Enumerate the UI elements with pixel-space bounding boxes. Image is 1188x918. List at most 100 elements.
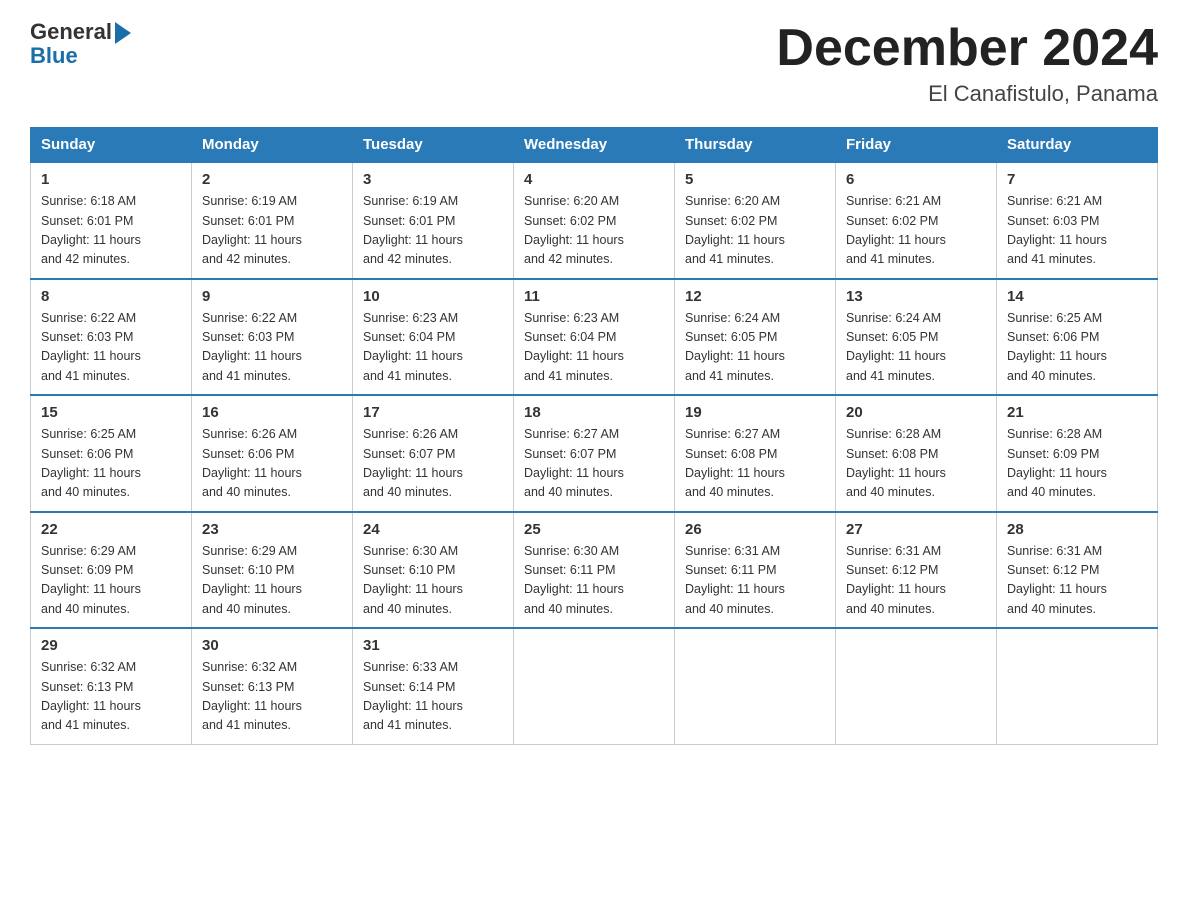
col-thursday: Thursday: [675, 128, 836, 163]
calendar-cell: 29 Sunrise: 6:32 AM Sunset: 6:13 PM Dayl…: [31, 628, 192, 744]
day-number: 11: [524, 288, 664, 305]
calendar-cell: 15 Sunrise: 6:25 AM Sunset: 6:06 PM Dayl…: [31, 395, 192, 512]
calendar-header-row: Sunday Monday Tuesday Wednesday Thursday…: [31, 128, 1158, 163]
day-info: Sunrise: 6:22 AM Sunset: 6:03 PM Dayligh…: [202, 309, 342, 387]
calendar-cell: [836, 628, 997, 744]
calendar-cell: 18 Sunrise: 6:27 AM Sunset: 6:07 PM Dayl…: [514, 395, 675, 512]
day-number: 5: [685, 171, 825, 188]
col-saturday: Saturday: [997, 128, 1158, 163]
calendar-cell: 6 Sunrise: 6:21 AM Sunset: 6:02 PM Dayli…: [836, 162, 997, 279]
calendar-cell: 20 Sunrise: 6:28 AM Sunset: 6:08 PM Dayl…: [836, 395, 997, 512]
day-number: 14: [1007, 288, 1147, 305]
calendar-cell: 12 Sunrise: 6:24 AM Sunset: 6:05 PM Dayl…: [675, 279, 836, 396]
calendar-cell: 4 Sunrise: 6:20 AM Sunset: 6:02 PM Dayli…: [514, 162, 675, 279]
day-number: 26: [685, 521, 825, 538]
day-number: 1: [41, 171, 181, 188]
calendar-cell: 25 Sunrise: 6:30 AM Sunset: 6:11 PM Dayl…: [514, 512, 675, 629]
calendar-cell: 13 Sunrise: 6:24 AM Sunset: 6:05 PM Dayl…: [836, 279, 997, 396]
day-number: 8: [41, 288, 181, 305]
day-info: Sunrise: 6:31 AM Sunset: 6:12 PM Dayligh…: [846, 542, 986, 620]
day-info: Sunrise: 6:23 AM Sunset: 6:04 PM Dayligh…: [363, 309, 503, 387]
calendar-cell: [997, 628, 1158, 744]
calendar-cell: 3 Sunrise: 6:19 AM Sunset: 6:01 PM Dayli…: [353, 162, 514, 279]
page-header: General Blue December 2024 El Canafistul…: [30, 20, 1158, 107]
day-info: Sunrise: 6:23 AM Sunset: 6:04 PM Dayligh…: [524, 309, 664, 387]
calendar-cell: 1 Sunrise: 6:18 AM Sunset: 6:01 PM Dayli…: [31, 162, 192, 279]
title-section: December 2024 El Canafistulo, Panama: [776, 20, 1158, 107]
logo: General Blue: [30, 20, 131, 68]
col-monday: Monday: [192, 128, 353, 163]
day-info: Sunrise: 6:29 AM Sunset: 6:09 PM Dayligh…: [41, 542, 181, 620]
day-number: 18: [524, 404, 664, 421]
day-info: Sunrise: 6:24 AM Sunset: 6:05 PM Dayligh…: [846, 309, 986, 387]
day-number: 28: [1007, 521, 1147, 538]
calendar-cell: 22 Sunrise: 6:29 AM Sunset: 6:09 PM Dayl…: [31, 512, 192, 629]
calendar-cell: 2 Sunrise: 6:19 AM Sunset: 6:01 PM Dayli…: [192, 162, 353, 279]
day-number: 20: [846, 404, 986, 421]
calendar-cell: [675, 628, 836, 744]
calendar-cell: 31 Sunrise: 6:33 AM Sunset: 6:14 PM Dayl…: [353, 628, 514, 744]
col-friday: Friday: [836, 128, 997, 163]
day-info: Sunrise: 6:24 AM Sunset: 6:05 PM Dayligh…: [685, 309, 825, 387]
col-tuesday: Tuesday: [353, 128, 514, 163]
month-title: December 2024: [776, 20, 1158, 77]
day-info: Sunrise: 6:32 AM Sunset: 6:13 PM Dayligh…: [202, 658, 342, 736]
day-number: 30: [202, 637, 342, 654]
day-info: Sunrise: 6:26 AM Sunset: 6:07 PM Dayligh…: [363, 425, 503, 503]
day-number: 2: [202, 171, 342, 188]
day-info: Sunrise: 6:33 AM Sunset: 6:14 PM Dayligh…: [363, 658, 503, 736]
day-info: Sunrise: 6:30 AM Sunset: 6:10 PM Dayligh…: [363, 542, 503, 620]
calendar-cell: 10 Sunrise: 6:23 AM Sunset: 6:04 PM Dayl…: [353, 279, 514, 396]
day-number: 15: [41, 404, 181, 421]
day-number: 31: [363, 637, 503, 654]
day-number: 16: [202, 404, 342, 421]
calendar-week-row: 8 Sunrise: 6:22 AM Sunset: 6:03 PM Dayli…: [31, 279, 1158, 396]
day-info: Sunrise: 6:22 AM Sunset: 6:03 PM Dayligh…: [41, 309, 181, 387]
day-info: Sunrise: 6:32 AM Sunset: 6:13 PM Dayligh…: [41, 658, 181, 736]
day-info: Sunrise: 6:19 AM Sunset: 6:01 PM Dayligh…: [202, 192, 342, 270]
calendar-week-row: 29 Sunrise: 6:32 AM Sunset: 6:13 PM Dayl…: [31, 628, 1158, 744]
day-number: 12: [685, 288, 825, 305]
day-info: Sunrise: 6:28 AM Sunset: 6:09 PM Dayligh…: [1007, 425, 1147, 503]
logo-blue-text: Blue: [30, 44, 78, 68]
calendar-cell: 11 Sunrise: 6:23 AM Sunset: 6:04 PM Dayl…: [514, 279, 675, 396]
calendar-cell: 5 Sunrise: 6:20 AM Sunset: 6:02 PM Dayli…: [675, 162, 836, 279]
day-info: Sunrise: 6:21 AM Sunset: 6:02 PM Dayligh…: [846, 192, 986, 270]
day-number: 27: [846, 521, 986, 538]
day-info: Sunrise: 6:26 AM Sunset: 6:06 PM Dayligh…: [202, 425, 342, 503]
calendar-cell: [514, 628, 675, 744]
calendar-cell: 19 Sunrise: 6:27 AM Sunset: 6:08 PM Dayl…: [675, 395, 836, 512]
calendar-cell: 30 Sunrise: 6:32 AM Sunset: 6:13 PM Dayl…: [192, 628, 353, 744]
calendar-cell: 17 Sunrise: 6:26 AM Sunset: 6:07 PM Dayl…: [353, 395, 514, 512]
location-text: El Canafistulo, Panama: [776, 81, 1158, 107]
day-info: Sunrise: 6:18 AM Sunset: 6:01 PM Dayligh…: [41, 192, 181, 270]
day-info: Sunrise: 6:19 AM Sunset: 6:01 PM Dayligh…: [363, 192, 503, 270]
calendar-cell: 24 Sunrise: 6:30 AM Sunset: 6:10 PM Dayl…: [353, 512, 514, 629]
calendar-cell: 7 Sunrise: 6:21 AM Sunset: 6:03 PM Dayli…: [997, 162, 1158, 279]
calendar-cell: 21 Sunrise: 6:28 AM Sunset: 6:09 PM Dayl…: [997, 395, 1158, 512]
day-info: Sunrise: 6:31 AM Sunset: 6:11 PM Dayligh…: [685, 542, 825, 620]
calendar-cell: 28 Sunrise: 6:31 AM Sunset: 6:12 PM Dayl…: [997, 512, 1158, 629]
day-number: 6: [846, 171, 986, 188]
calendar-cell: 27 Sunrise: 6:31 AM Sunset: 6:12 PM Dayl…: [836, 512, 997, 629]
day-number: 3: [363, 171, 503, 188]
calendar-week-row: 1 Sunrise: 6:18 AM Sunset: 6:01 PM Dayli…: [31, 162, 1158, 279]
day-info: Sunrise: 6:27 AM Sunset: 6:07 PM Dayligh…: [524, 425, 664, 503]
calendar-cell: 9 Sunrise: 6:22 AM Sunset: 6:03 PM Dayli…: [192, 279, 353, 396]
day-info: Sunrise: 6:29 AM Sunset: 6:10 PM Dayligh…: [202, 542, 342, 620]
day-number: 22: [41, 521, 181, 538]
calendar-cell: 8 Sunrise: 6:22 AM Sunset: 6:03 PM Dayli…: [31, 279, 192, 396]
day-number: 24: [363, 521, 503, 538]
calendar-cell: 16 Sunrise: 6:26 AM Sunset: 6:06 PM Dayl…: [192, 395, 353, 512]
day-info: Sunrise: 6:20 AM Sunset: 6:02 PM Dayligh…: [685, 192, 825, 270]
day-number: 19: [685, 404, 825, 421]
col-sunday: Sunday: [31, 128, 192, 163]
day-info: Sunrise: 6:21 AM Sunset: 6:03 PM Dayligh…: [1007, 192, 1147, 270]
day-number: 25: [524, 521, 664, 538]
calendar-cell: 23 Sunrise: 6:29 AM Sunset: 6:10 PM Dayl…: [192, 512, 353, 629]
calendar-cell: 14 Sunrise: 6:25 AM Sunset: 6:06 PM Dayl…: [997, 279, 1158, 396]
calendar-week-row: 22 Sunrise: 6:29 AM Sunset: 6:09 PM Dayl…: [31, 512, 1158, 629]
day-number: 9: [202, 288, 342, 305]
col-wednesday: Wednesday: [514, 128, 675, 163]
logo-general-text: General: [30, 20, 112, 44]
